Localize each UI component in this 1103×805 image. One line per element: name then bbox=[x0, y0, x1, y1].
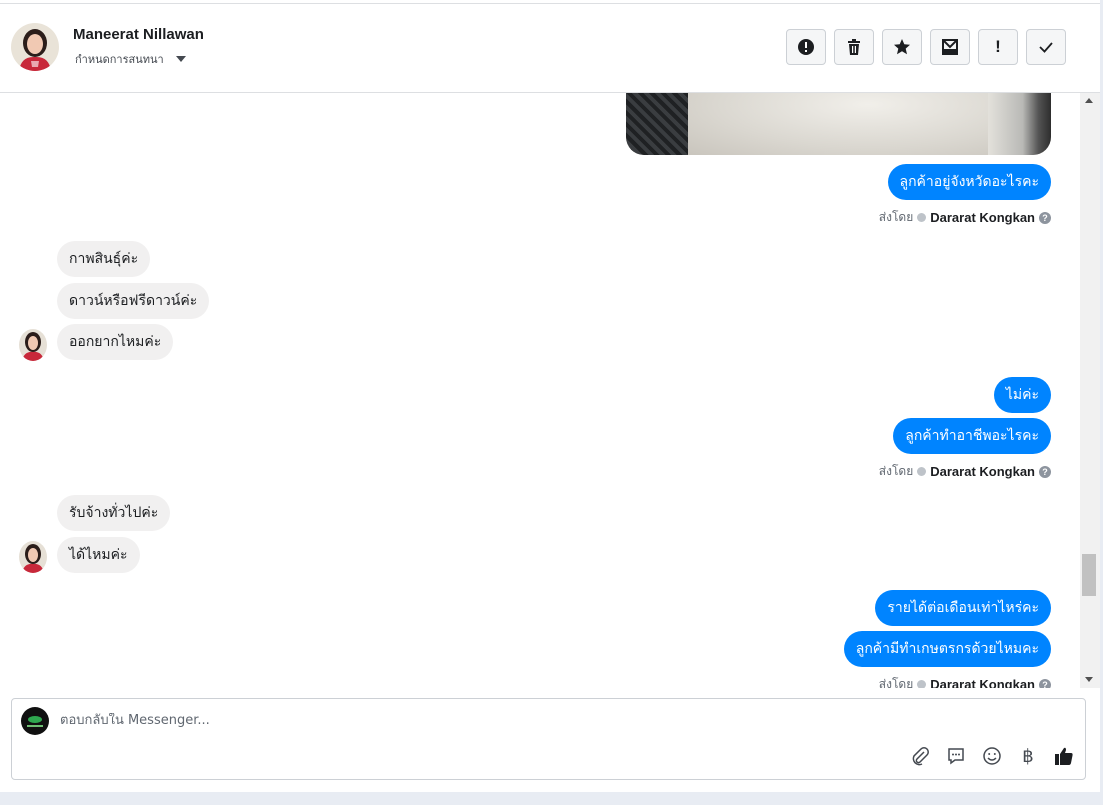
verified-dot-icon bbox=[917, 467, 927, 476]
leaf-logo-icon bbox=[28, 716, 42, 723]
message-thread[interactable]: ลูกค้าอยู่จังหวัดอะไรคะ ส่งโดย Dararat K… bbox=[0, 93, 1080, 688]
delete-button[interactable] bbox=[834, 29, 874, 65]
star-button[interactable] bbox=[882, 29, 922, 65]
message-incoming[interactable]: ได้ไหมค่ะ bbox=[57, 537, 140, 573]
paperclip-icon bbox=[912, 747, 929, 766]
message-outgoing[interactable]: ลูกค้าทำอาชีพอะไรคะ bbox=[893, 418, 1051, 454]
reply-input[interactable] bbox=[60, 713, 860, 728]
caret-down-icon bbox=[175, 56, 186, 62]
thumbs-up-icon bbox=[1055, 747, 1073, 765]
mark-unread-button[interactable] bbox=[930, 29, 970, 65]
message-incoming[interactable]: รับจ้างทั่วไปค่ะ bbox=[57, 495, 171, 531]
saved-replies-button[interactable] bbox=[945, 745, 967, 767]
verified-dot-icon bbox=[917, 680, 927, 688]
message-outgoing[interactable]: รายได้ต่อเดือนเท่าไหร่คะ bbox=[875, 590, 1051, 626]
sent-by-prefix: ส่งโดย bbox=[878, 210, 914, 224]
sent-by-row: ส่งโดย Dararat Kongkan ? bbox=[879, 675, 1051, 688]
reply-composer: ฿ bbox=[11, 698, 1086, 780]
sent-by-prefix: ส่งโดย bbox=[878, 677, 914, 688]
sent-by-row: ส่งโดย Dararat Kongkan ? bbox=[879, 208, 1051, 227]
attach-button[interactable] bbox=[909, 745, 931, 767]
alert-circle-icon bbox=[798, 39, 814, 55]
message-incoming[interactable]: กาพสินธุ์ค่ะ bbox=[57, 241, 151, 277]
smiley-icon bbox=[983, 747, 1001, 765]
thread-scrollbar[interactable] bbox=[1080, 93, 1100, 688]
scroll-down-arrow-icon[interactable] bbox=[1085, 677, 1093, 682]
report-button[interactable] bbox=[786, 29, 826, 65]
trash-icon bbox=[848, 39, 860, 55]
sender-name[interactable]: Dararat Kongkan bbox=[930, 464, 1035, 479]
emoji-button[interactable] bbox=[981, 745, 1003, 767]
sent-by-row: ส่งโดย Dararat Kongkan ? bbox=[879, 462, 1051, 481]
baht-icon: ฿ bbox=[1022, 745, 1034, 767]
envelope-icon bbox=[942, 39, 958, 55]
help-icon[interactable]: ? bbox=[1039, 678, 1051, 688]
like-button[interactable] bbox=[1053, 745, 1075, 767]
message-outgoing[interactable]: ลูกค้ามีทำเกษตรกรด้วยไหมคะ bbox=[843, 631, 1051, 667]
payment-button[interactable]: ฿ bbox=[1017, 745, 1039, 767]
exclamation-icon: ! bbox=[995, 37, 1001, 56]
speech-bubble-icon bbox=[948, 748, 964, 765]
help-icon[interactable]: ? bbox=[1039, 465, 1051, 478]
composer-tools: ฿ bbox=[909, 745, 1075, 767]
sender-name[interactable]: Dararat Kongkan bbox=[930, 210, 1035, 225]
contact-avatar[interactable] bbox=[11, 23, 59, 71]
help-icon[interactable]: ? bbox=[1039, 211, 1051, 224]
message-outgoing[interactable]: ไม่ค่ะ bbox=[993, 377, 1051, 413]
spam-button[interactable]: ! bbox=[978, 29, 1018, 65]
mark-done-button[interactable] bbox=[1026, 29, 1066, 65]
message-outgoing[interactable]: ลูกค้าอยู่จังหวัดอะไรคะ bbox=[887, 164, 1051, 200]
message-incoming[interactable]: ดาวน์หรือฟรีดาวน์ค่ะ bbox=[57, 283, 210, 319]
scroll-thumb[interactable] bbox=[1082, 554, 1096, 596]
sender-name[interactable]: Dararat Kongkan bbox=[930, 677, 1035, 688]
message-incoming[interactable]: ออกยากไหมค่ะ bbox=[57, 324, 174, 360]
messenger-window: Maneerat Nillawan กำหนดการสนทนา ! ลูกค้า… bbox=[0, 0, 1100, 792]
header-actions: ! bbox=[786, 29, 1066, 65]
check-icon bbox=[1039, 42, 1053, 53]
sent-by-prefix: ส่งโดย bbox=[878, 464, 914, 478]
conversation-label-text: กำหนดการสนทนา bbox=[75, 53, 164, 66]
contact-avatar-small[interactable] bbox=[19, 541, 47, 573]
conversation-label-dropdown[interactable]: กำหนดการสนทนา bbox=[75, 50, 186, 68]
photo-attachment[interactable] bbox=[626, 93, 1051, 155]
contact-name[interactable]: Maneerat Nillawan bbox=[73, 26, 204, 43]
star-icon bbox=[894, 39, 910, 55]
scroll-up-arrow-icon[interactable] bbox=[1085, 98, 1093, 103]
verified-dot-icon bbox=[917, 213, 927, 222]
contact-avatar-small[interactable] bbox=[19, 329, 47, 361]
conversation-header: Maneerat Nillawan กำหนดการสนทนา ! bbox=[0, 4, 1100, 93]
page-avatar bbox=[21, 707, 49, 735]
